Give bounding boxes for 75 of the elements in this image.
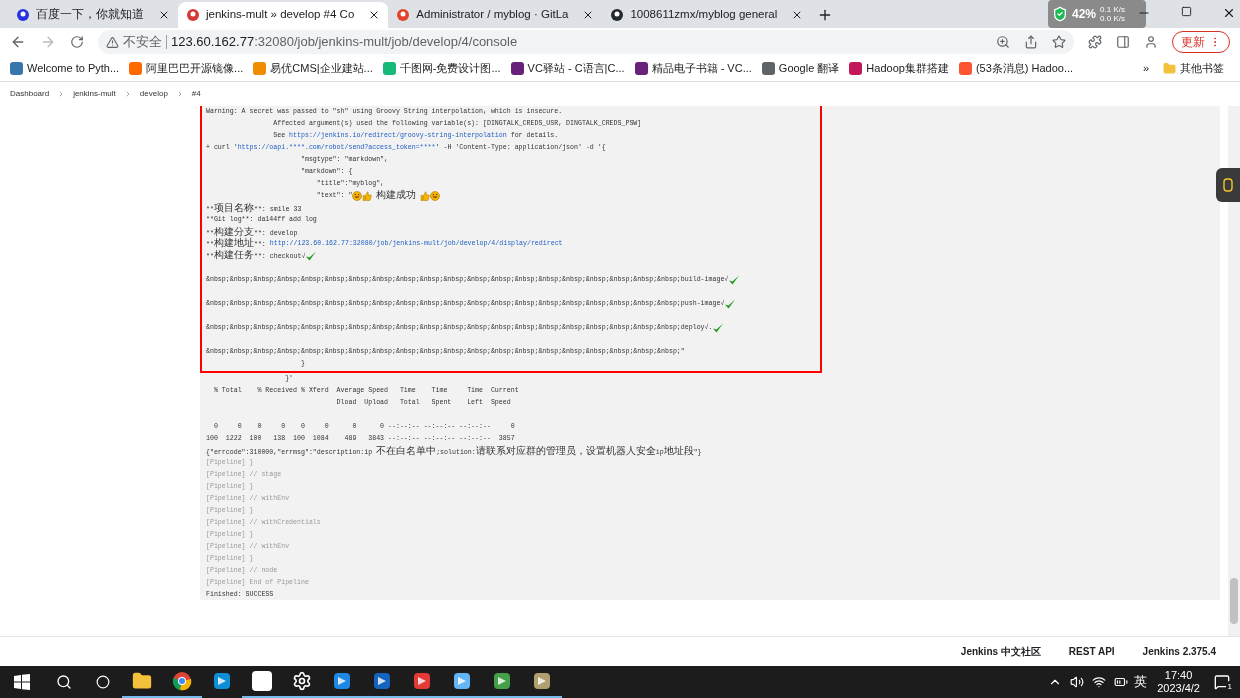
bookmark-item[interactable]: 阿里巴巴开源镜像... [129,60,244,77]
grin-emoji-icon [352,191,363,201]
bookmark-item[interactable]: 精品电子书籍 - VC... [634,60,752,77]
grin-emoji-icon [430,191,441,201]
url-text: 123.60.162.77:32080/job/jenkins-mult/job/develop/4/console [171,33,518,52]
app-icon [532,671,552,691]
check-icon [728,274,741,286]
chrome-icon [172,671,192,691]
restore-icon[interactable] [1181,6,1192,17]
extensions-icon[interactable] [1088,35,1102,49]
side-widget[interactable] [1216,168,1240,202]
check-icon [305,250,318,262]
side-panel-icon[interactable] [1116,35,1130,49]
search-icon[interactable] [56,674,72,690]
site-icon [396,8,411,22]
shield-icon [1052,6,1068,22]
letter-tile-icon [252,671,272,691]
clock[interactable]: 17:40 2023/4/2 [1157,669,1200,695]
bookmark-item[interactable]: Google 翻译 [761,60,840,77]
more-bookmarks[interactable]: » [1142,60,1149,77]
folder-icon [1163,62,1176,75]
thumbs-up-icon [420,191,431,201]
browser-tab[interactable]: 1008611zmx/myblog general [602,2,812,28]
footer-link[interactable]: REST API [1068,644,1115,659]
check-icon [712,322,725,334]
back-icon[interactable] [10,34,26,50]
close-icon[interactable] [1222,6,1236,20]
breadcrumb-link[interactable]: jenkins-mult [73,88,116,100]
console-text: 构建成功 [375,189,418,202]
app-icon [412,671,432,691]
reload-icon[interactable] [70,35,84,49]
app-icon [492,671,512,691]
task-view-icon[interactable] [96,675,110,689]
wifi-icon[interactable] [1092,675,1107,689]
warning-icon [106,35,119,49]
upload-speed: 0.1 K/s [1100,5,1125,14]
thumbs-up-icon [362,191,373,201]
bookmark-item[interactable]: 千图网-免费设计图... [382,60,501,77]
folder-icon [132,671,152,691]
bookmark-item[interactable]: VC驿站 - C语言|C... [510,60,625,77]
app-icon [212,671,232,691]
bookmark-folder[interactable]: 其他书签 [1163,60,1224,77]
bookmark-item[interactable]: Hadoop集群搭建 [849,60,949,77]
address-field[interactable]: 不安全 123.60.162.77:32080/job/jenkins-mult/job/develop/4/console [98,30,1074,54]
input-method[interactable]: 英 [1134,672,1148,692]
volume-icon[interactable] [1070,675,1085,689]
close-icon[interactable] [158,9,170,21]
bookmark-item[interactable]: (53条消息) Hadoo... [958,60,1074,77]
breadcrumb-link[interactable]: develop [139,88,168,100]
footer-link[interactable]: Jenkins 2.375.4 [1142,644,1216,659]
browser-tab[interactable]: Administrator / myblog · GitLa [388,2,603,28]
bookmark-item[interactable]: Welcome to Pyth... [10,60,120,77]
site-icon [186,8,200,22]
check-icon [724,298,737,310]
site-icon [610,8,625,22]
zoom-icon[interactable] [996,35,1010,49]
footer-link[interactable]: Jenkins 中文社区 [960,644,1041,659]
browser-tab[interactable]: 百度一下，你就知道 [8,2,178,28]
bookmark-item[interactable]: 易优CMS|企业建站... [253,60,373,77]
app-icon [332,671,352,691]
security-label: 不安全 [123,33,162,52]
breadcrumb-link[interactable]: #4 [191,88,201,100]
memory-percent: 42% [1072,6,1097,23]
app-icon [452,671,472,691]
site-icon [16,8,30,22]
battery-icon[interactable] [1114,675,1129,689]
profile-icon[interactable] [1144,35,1158,49]
breadcrumb-link[interactable]: Dashboard [10,88,50,100]
windows-start-icon[interactable] [14,674,30,690]
gear-icon [292,671,312,691]
download-speed: 0.0 K/s [1100,14,1125,23]
bookmark-star-icon[interactable] [1052,35,1066,49]
share-icon[interactable] [1024,35,1038,49]
app-icon [372,671,392,691]
browser-tab[interactable]: jenkins-mult » develop #4 Co [178,2,389,28]
